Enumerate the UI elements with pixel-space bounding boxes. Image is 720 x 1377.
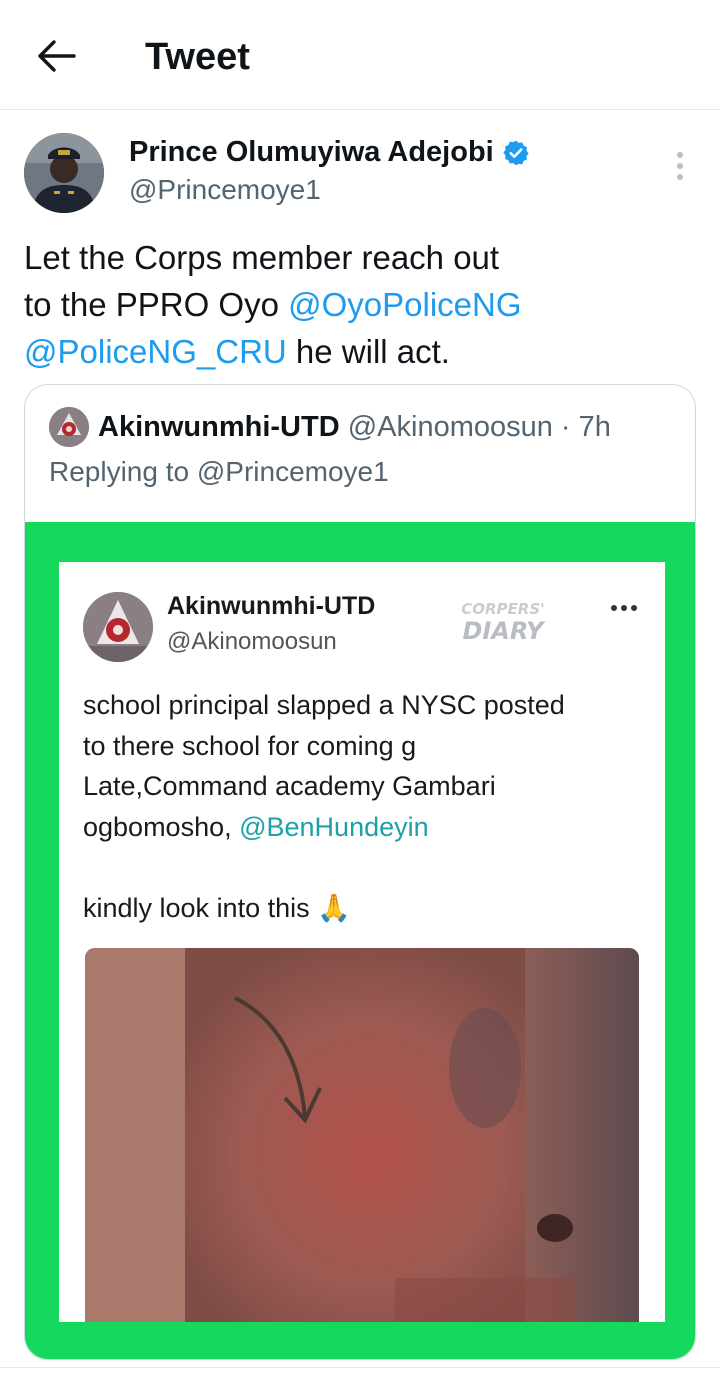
- more-options-button[interactable]: [664, 146, 696, 186]
- verified-badge-icon: [503, 140, 529, 165]
- bottom-divider: [0, 1367, 720, 1368]
- more-horizontal-icon: [611, 605, 637, 611]
- screenshot-avatar: [83, 592, 153, 662]
- screenshot-author-name: Akinwunmhi-UTD: [167, 592, 376, 620]
- corpers-diary-watermark: CORPERS' DIARY: [461, 600, 545, 645]
- back-button[interactable]: [34, 34, 78, 78]
- author-avatar[interactable]: [24, 133, 104, 213]
- quoted-tweet[interactable]: Akinwunmhi-UTD @Akinomoosun · 7h Replyin…: [24, 384, 696, 1360]
- app-header: Tweet: [0, 0, 720, 110]
- screenshot-image: Akinwunmhi-UTD @Akinomoosun CORPERS' DIA…: [59, 562, 665, 1322]
- back-arrow-icon: [38, 40, 76, 72]
- face-photo: [85, 948, 639, 1322]
- screenshot-author-handle: @Akinomoosun: [167, 628, 337, 655]
- praying-hands-emoji: 🙏: [317, 892, 351, 923]
- author-handle[interactable]: @Princemoye1: [129, 174, 321, 206]
- tweet-text: Let the Corps member reach out to the PP…: [24, 239, 522, 370]
- more-vertical-icon: [677, 152, 683, 180]
- mention-link[interactable]: @OyoPoliceNG: [288, 286, 521, 323]
- quoted-media[interactable]: Akinwunmhi-UTD @Akinomoosun CORPERS' DIA…: [25, 522, 695, 1359]
- quoted-author-line: Akinwunmhi-UTD @Akinomoosun · 7h: [98, 411, 611, 443]
- quoted-author-avatar: [49, 407, 89, 447]
- screenshot-text: school principal slapped a NYSC posted t…: [83, 690, 565, 923]
- page-title: Tweet: [145, 36, 250, 78]
- author-name[interactable]: Prince Olumuyiwa Adejobi: [129, 136, 530, 169]
- replying-to: Replying to @Princemoye1: [49, 456, 389, 487]
- mention-link[interactable]: @PoliceNG_CRU: [24, 333, 287, 370]
